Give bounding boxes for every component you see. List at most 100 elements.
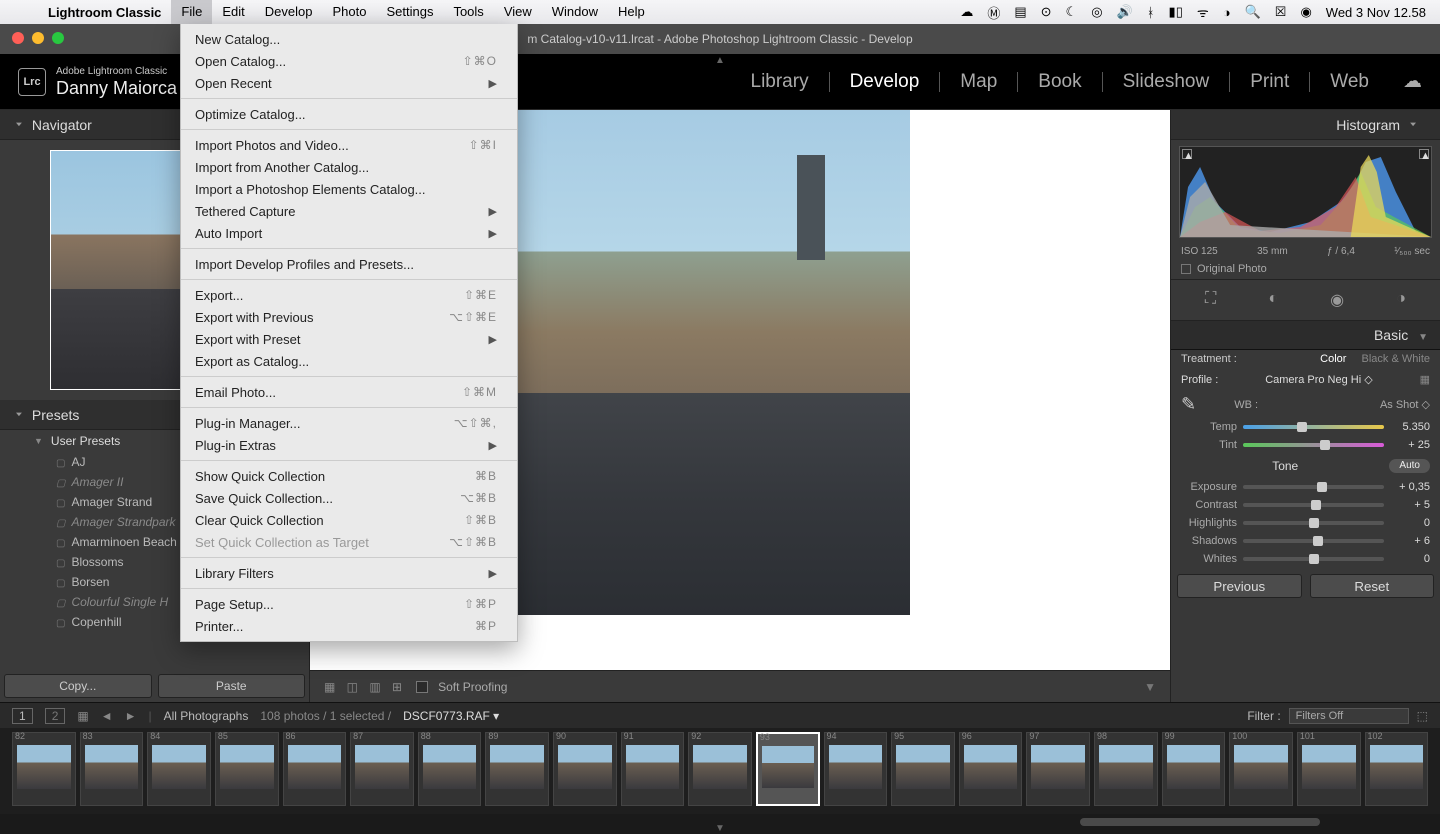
treatment-bw[interactable]: Black & White <box>1362 353 1430 365</box>
source-label[interactable]: All Photographs <box>164 709 249 723</box>
menuitem-export-with-previous[interactable]: Export with Previous⌥⇧⌘E <box>181 306 517 328</box>
module-develop[interactable]: Develop <box>848 69 922 95</box>
wifi-icon[interactable]: ᯤ <box>1197 3 1209 21</box>
filmstrip-thumb[interactable]: 84 <box>147 732 211 806</box>
heal-tool-icon[interactable]: ◐ <box>1268 290 1278 310</box>
tint-slider[interactable] <box>1243 443 1384 447</box>
battery-icon[interactable]: ▮▯ <box>1169 4 1183 20</box>
clip-highlight-icon[interactable]: ▲ <box>1419 149 1429 159</box>
app-menu[interactable]: Lightroom Classic <box>38 5 171 20</box>
filmstrip-thumb[interactable]: 100 <box>1229 732 1293 806</box>
filmstrip-thumb[interactable]: 89 <box>485 732 549 806</box>
bluetooth-icon[interactable]: ᚼ <box>1147 5 1155 20</box>
rings-icon[interactable]: ◎ <box>1091 4 1102 20</box>
filmstrip-thumb[interactable]: 88 <box>418 732 482 806</box>
profile-dropdown[interactable]: Camera Pro Neg Hi ◇ <box>1265 373 1373 386</box>
clip-shadow-icon[interactable]: ▲ <box>1182 149 1192 159</box>
filmstrip-thumb[interactable]: 87 <box>350 732 414 806</box>
module-web[interactable]: Web <box>1328 69 1371 95</box>
menuitem-export[interactable]: Export...⇧⌘E <box>181 284 517 306</box>
menuitem-show-quick-collection[interactable]: Show Quick Collection⌘B <box>181 465 517 487</box>
histogram-header[interactable]: Histogram ▼ <box>1171 110 1440 140</box>
slider-track[interactable] <box>1243 557 1384 561</box>
menuitem-auto-import[interactable]: Auto Import▶ <box>181 222 517 244</box>
menuitem-export-with-preset[interactable]: Export with Preset▶ <box>181 328 517 350</box>
basic-header[interactable]: Basic ▼ <box>1171 321 1440 350</box>
cloud-sync-icon[interactable]: ☁ <box>1403 70 1422 93</box>
fullscreen-window-button[interactable] <box>52 32 64 44</box>
filmstrip-thumb[interactable]: 83 <box>80 732 144 806</box>
menuitem-printer[interactable]: Printer...⌘P <box>181 615 517 637</box>
menu-help[interactable]: Help <box>608 0 655 24</box>
original-photo-checkbox[interactable] <box>1181 264 1191 274</box>
slider-track[interactable] <box>1243 503 1384 507</box>
filmstrip-thumb[interactable]: 91 <box>621 732 685 806</box>
current-filename[interactable]: DSCF0773.RAF ▾ <box>403 709 499 723</box>
clock[interactable]: Wed 3 Nov 12.58 <box>1326 5 1426 20</box>
paste-button[interactable]: Paste <box>158 674 306 698</box>
histogram-display[interactable]: ▲ ▲ <box>1179 146 1432 238</box>
filmstrip-thumb[interactable]: 82 <box>12 732 76 806</box>
menu-edit[interactable]: Edit <box>212 0 254 24</box>
soft-proofing-checkbox[interactable] <box>416 681 428 693</box>
copy-button[interactable]: Copy... <box>4 674 152 698</box>
play-icon[interactable]: ⊙ <box>1041 4 1052 20</box>
screen-1-button[interactable]: 1 <box>12 708 33 724</box>
filmstrip[interactable]: 8283848586878889909192939495969798991001… <box>0 728 1440 814</box>
module-print[interactable]: Print <box>1248 69 1291 95</box>
filmstrip-thumb[interactable]: 97 <box>1026 732 1090 806</box>
close-window-button[interactable] <box>12 32 24 44</box>
menu-tools[interactable]: Tools <box>443 0 493 24</box>
filter-dropdown[interactable]: Filters Off <box>1289 708 1409 724</box>
menuitem-import-develop-profiles-and-presets[interactable]: Import Develop Profiles and Presets... <box>181 253 517 275</box>
filmstrip-thumb[interactable]: 95 <box>891 732 955 806</box>
menuitem-plug-in-manager[interactable]: Plug-in Manager...⌥⇧⌘, <box>181 412 517 434</box>
menu-photo[interactable]: Photo <box>322 0 376 24</box>
spotlight-icon[interactable]: 🔍 <box>1245 4 1261 20</box>
menuitem-import-a-photoshop-elements-catalog[interactable]: Import a Photoshop Elements Catalog... <box>181 178 517 200</box>
menu-settings[interactable]: Settings <box>376 0 443 24</box>
module-library[interactable]: Library <box>749 69 811 95</box>
profile-browser-icon[interactable]: ▦ <box>1420 373 1430 386</box>
menuitem-tethered-capture[interactable]: Tethered Capture▶ <box>181 200 517 222</box>
menuitem-library-filters[interactable]: Library Filters▶ <box>181 562 517 584</box>
filmstrip-thumb[interactable]: 92 <box>688 732 752 806</box>
menuitem-import-photos-and-video[interactable]: Import Photos and Video...⇧⌘I <box>181 134 517 156</box>
eyedropper-icon[interactable]: ✎ <box>1181 394 1196 415</box>
menuitem-optimize-catalog[interactable]: Optimize Catalog... <box>181 103 517 125</box>
filter-lock-icon[interactable]: ⬚ <box>1417 709 1428 723</box>
docker-icon[interactable]: ▤ <box>1014 4 1026 20</box>
filmstrip-thumb[interactable]: 98 <box>1094 732 1158 806</box>
menuitem-open-recent[interactable]: Open Recent▶ <box>181 72 517 94</box>
reset-button[interactable]: Reset <box>1310 574 1435 598</box>
redeye-tool-icon[interactable]: ◉ <box>1330 290 1344 310</box>
menuitem-clear-quick-collection[interactable]: Clear Quick Collection⇧⌘B <box>181 509 517 531</box>
moon-icon[interactable]: ☾ <box>1066 4 1078 20</box>
temp-slider[interactable] <box>1243 425 1384 429</box>
slider-track[interactable] <box>1243 539 1384 543</box>
menuitem-save-quick-collection[interactable]: Save Quick Collection...⌥⌘B <box>181 487 517 509</box>
menu-window[interactable]: Window <box>542 0 608 24</box>
filmstrip-thumb[interactable]: 99 <box>1162 732 1226 806</box>
nav-back-icon[interactable]: ◄ <box>101 709 113 723</box>
filmstrip-thumb[interactable]: 102 <box>1365 732 1429 806</box>
filmstrip-thumb[interactable]: 90 <box>553 732 617 806</box>
mask-tool-icon[interactable]: ◑ <box>1396 290 1406 310</box>
slider-track[interactable] <box>1243 485 1384 489</box>
filmstrip-thumb[interactable]: 94 <box>824 732 888 806</box>
wb-dropdown[interactable]: As Shot ◇ <box>1380 398 1430 411</box>
panel-grabber-bottom[interactable]: ▼ <box>0 824 1440 832</box>
slider-track[interactable] <box>1243 521 1384 525</box>
view-mode-buttons[interactable]: ▦ ◫ ▥ ⊞ <box>324 680 406 694</box>
previous-button[interactable]: Previous <box>1177 574 1302 598</box>
module-map[interactable]: Map <box>958 69 999 95</box>
screen-2-button[interactable]: 2 <box>45 708 66 724</box>
menu-view[interactable]: View <box>494 0 542 24</box>
icloud-icon[interactable]: ☁︎ <box>960 4 973 20</box>
menuitem-open-catalog[interactable]: Open Catalog...⇧⌘O <box>181 50 517 72</box>
filmstrip-thumb[interactable]: 85 <box>215 732 279 806</box>
siri-icon[interactable]: ◉ <box>1300 4 1311 20</box>
user-icon[interactable]: ◑ <box>1223 5 1231 20</box>
filmstrip-thumb[interactable]: 96 <box>959 732 1023 806</box>
menu-develop[interactable]: Develop <box>255 0 323 24</box>
